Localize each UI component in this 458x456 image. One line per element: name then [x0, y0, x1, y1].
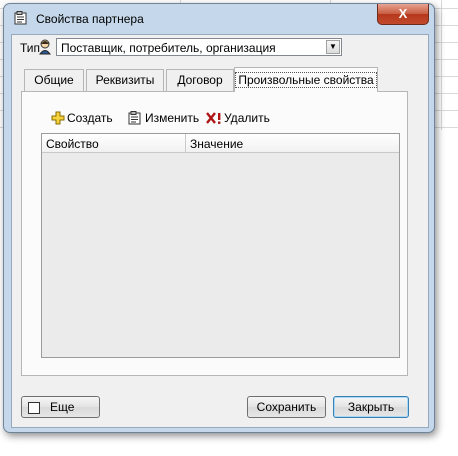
type-select[interactable]: Поставщик, потребитель, организация ▼ — [56, 38, 342, 56]
sheet-gridline — [441, 0, 442, 130]
column-header-property[interactable]: Свойство — [46, 137, 99, 151]
tab-general[interactable]: Общие — [24, 69, 84, 91]
tab-label: Общие — [34, 73, 74, 87]
more-checkbox[interactable] — [28, 402, 40, 414]
table-header: Свойство Значение — [42, 134, 399, 153]
create-label: Создать — [67, 111, 113, 125]
edit-icon — [128, 111, 142, 125]
title-bar[interactable]: Свойства партнера X — [4, 4, 434, 32]
save-button[interactable]: Сохранить — [247, 396, 326, 418]
close-window-button[interactable]: X — [377, 4, 429, 25]
type-select-value: Поставщик, потребитель, организация — [61, 41, 276, 55]
window-title: Свойства партнера — [36, 12, 144, 26]
edit-button[interactable]: Изменить — [128, 110, 200, 126]
delete-button[interactable]: Удалить — [206, 110, 270, 126]
more-label: Еще — [50, 400, 75, 414]
tab-contract[interactable]: Договор — [166, 69, 234, 91]
person-icon — [38, 39, 52, 55]
more-button[interactable]: Еще — [21, 396, 100, 418]
tab-label: Договор — [177, 73, 223, 87]
column-header-value[interactable]: Значение — [190, 137, 243, 151]
properties-table[interactable]: Свойство Значение — [41, 133, 400, 358]
properties-icon — [14, 11, 28, 25]
edit-label: Изменить — [145, 111, 200, 125]
type-label: Тип — [20, 41, 41, 55]
tab-custom-properties[interactable]: Произвольные свойства — [234, 67, 378, 92]
delete-icon — [206, 111, 221, 125]
tab-label: Реквизиты — [95, 73, 155, 87]
close-button[interactable]: Закрыть — [333, 396, 409, 418]
create-button[interactable]: Создать — [51, 110, 113, 126]
dropdown-arrow-icon[interactable]: ▼ — [326, 40, 340, 54]
tab-requisites[interactable]: Реквизиты — [86, 69, 164, 91]
plus-icon — [51, 111, 65, 125]
tab-label: Произвольные свойства — [235, 72, 377, 88]
column-separator[interactable] — [185, 134, 186, 152]
close-label: Закрыть — [347, 400, 395, 414]
delete-label: Удалить — [224, 111, 270, 125]
save-label: Сохранить — [256, 400, 317, 414]
